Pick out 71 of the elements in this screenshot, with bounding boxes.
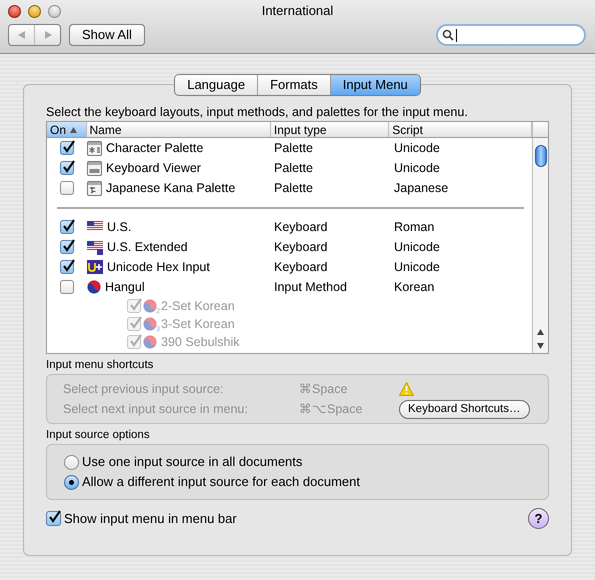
radio-label: Use one input source in all documents — [82, 453, 302, 472]
checkbox[interactable] — [60, 161, 74, 175]
checkbox[interactable] — [60, 260, 74, 274]
section-title: Input source options — [46, 428, 151, 442]
palette-window-icon — [87, 180, 102, 196]
checkbox[interactable] — [46, 511, 61, 526]
item-name: Keyboard Viewer — [106, 160, 201, 177]
input-type: Palette — [274, 180, 314, 197]
section-title: Input menu shortcuts — [46, 358, 154, 372]
item-name: 390 Sebulshik — [161, 334, 240, 351]
taeguk-icon — [87, 280, 101, 294]
checkbox[interactable] — [60, 280, 74, 294]
tab[interactable]: Language — [175, 75, 258, 95]
shortcut-label: Select next input source in menu: — [63, 400, 249, 418]
item-name: Hangul — [105, 278, 145, 296]
shortcut-label: Select previous input source: — [63, 380, 225, 398]
zoom-button[interactable] — [48, 4, 61, 18]
input-type: Palette — [274, 140, 314, 157]
warning-icon — [399, 382, 414, 396]
taeguk-icon — [143, 317, 157, 331]
input-type: Input Method — [274, 278, 348, 296]
item-name: Unicode Hex Input — [107, 258, 210, 276]
script-name: Unicode — [394, 140, 441, 157]
taeguk-icon — [143, 335, 157, 349]
keyboard-window-icon — [87, 160, 102, 176]
radio-label: Allow a different input source for each document — [82, 473, 360, 492]
scrollbar[interactable] — [532, 138, 548, 353]
item-name: 3-Set Korean — [161, 316, 235, 333]
checkbox-label: Show input menu in menu bar — [64, 510, 237, 528]
taeguk-icon — [143, 299, 157, 313]
show-all-button[interactable]: Show All — [69, 24, 145, 46]
shortcut-keys: ⌘⌥Space — [299, 400, 399, 418]
script-name: Unicode — [394, 238, 441, 256]
column-header[interactable]: Input type — [270, 122, 390, 137]
script-name: Unicode — [394, 258, 441, 276]
search-icon — [442, 29, 454, 41]
scroll-thumb[interactable] — [534, 145, 546, 167]
window-title: International — [260, 2, 334, 20]
column-header[interactable]: Script — [389, 122, 532, 137]
palette-window-icon — [87, 140, 102, 156]
radio-button[interactable] — [64, 454, 79, 470]
radio-button[interactable] — [64, 474, 79, 490]
script-name: Unicode — [394, 160, 441, 177]
item-name: U.S. — [107, 218, 132, 236]
shortcut-keys: ⌘Space — [299, 380, 399, 398]
script-name: Japanese — [394, 180, 450, 197]
input-type: Palette — [274, 160, 314, 177]
input-type: Keyboard — [274, 238, 329, 256]
unicode-icon — [87, 260, 103, 274]
script-name: Korean — [394, 278, 436, 296]
item-name: Japanese Kana Palette — [106, 180, 236, 197]
item-name: Character Palette — [106, 140, 204, 157]
search-field[interactable] — [436, 24, 586, 46]
checkbox[interactable] — [60, 240, 74, 254]
tab[interactable]: Formats — [257, 75, 330, 95]
close-button[interactable] — [8, 4, 21, 18]
sort-arrow-icon — [70, 126, 78, 132]
tab[interactable]: Input Menu — [330, 75, 420, 95]
checkbox[interactable] — [60, 220, 74, 234]
item-name: 2-Set Korean — [161, 298, 235, 315]
column-header[interactable]: Name — [86, 122, 271, 137]
minimize-button[interactable] — [28, 4, 41, 18]
checkbox[interactable] — [60, 141, 74, 155]
item-name: U.S. Extended — [107, 238, 188, 256]
column-header[interactable]: On — [47, 122, 87, 137]
checkbox[interactable] — [60, 181, 74, 195]
input-type: Keyboard — [274, 258, 329, 276]
description-text: Select the keyboard layouts, input methods, and palettes for the input menu. — [46, 104, 469, 120]
input-type: Keyboard — [274, 218, 329, 236]
flag-icon — [87, 239, 103, 255]
script-name: Roman — [394, 218, 436, 236]
